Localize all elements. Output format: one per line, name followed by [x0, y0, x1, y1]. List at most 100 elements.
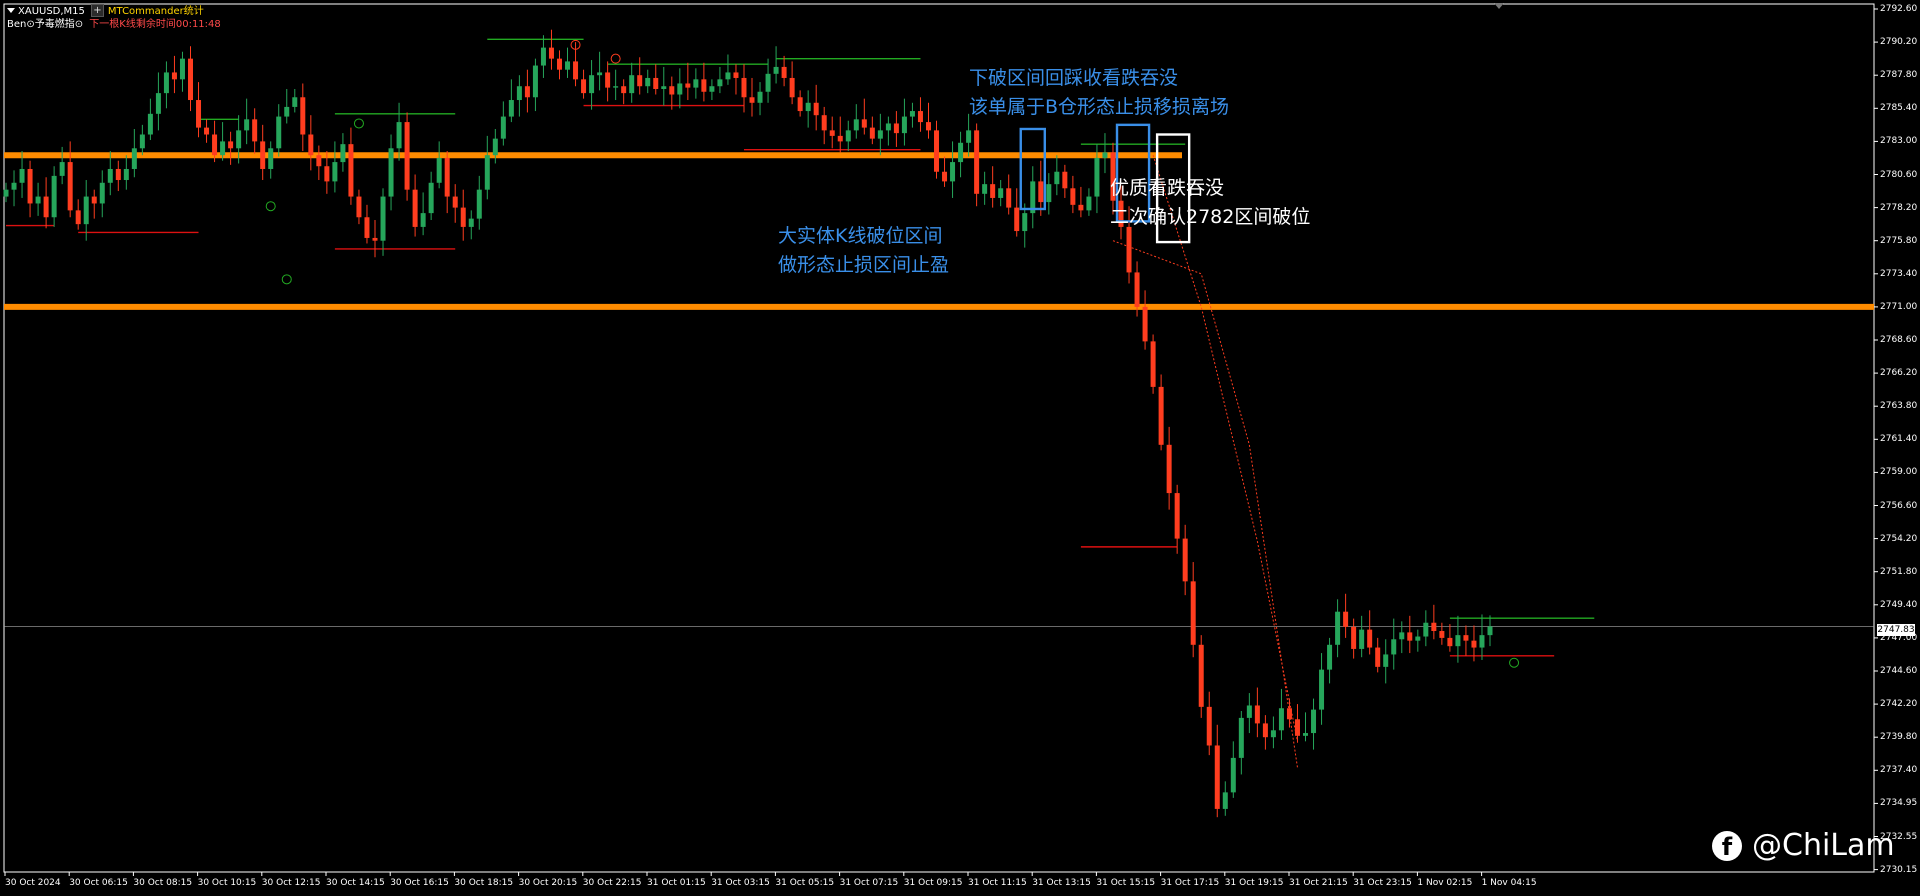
- candle-body: [797, 97, 803, 112]
- candle-body: [709, 86, 715, 92]
- candle-body: [773, 66, 779, 74]
- price-tick-label: 2734.95: [1880, 798, 1918, 809]
- chart-subheader: Ben⊙予毒燃指⊙ 下一根K线剩余时间00:11:48: [7, 19, 221, 31]
- candle-body: [187, 58, 193, 101]
- candle-body: [3, 189, 9, 197]
- candle-body: [1359, 629, 1365, 649]
- candle-body: [1327, 644, 1333, 670]
- candle-body: [733, 72, 739, 78]
- candle-body: [1423, 622, 1429, 637]
- candle-body: [1166, 444, 1172, 494]
- time-tick-label: 1 Nov 04:15: [1481, 878, 1537, 888]
- candle-body: [693, 79, 699, 88]
- time-tick-label: 30 Oct 20:15: [518, 878, 578, 888]
- price-tick-label: 2771.00: [1880, 301, 1918, 312]
- candle-body: [853, 119, 859, 131]
- candle-body: [492, 138, 498, 156]
- time-tick-label: 31 Oct 17:15: [1160, 878, 1220, 888]
- candle-body: [99, 182, 105, 204]
- candle-body: [516, 86, 522, 101]
- price-tick-label: 2775.80: [1880, 235, 1918, 246]
- candle-body: [484, 155, 490, 190]
- candle-body: [500, 116, 506, 139]
- indicator-subtitle: Ben⊙予毒燃指⊙: [7, 19, 84, 30]
- signal-marker-icon: [281, 274, 292, 285]
- candle-body: [59, 162, 65, 176]
- candle-body: [1230, 757, 1236, 793]
- candle-body: [1174, 493, 1180, 539]
- annotation-line: 二次确认2782区间破位: [1110, 206, 1311, 228]
- candle-body: [540, 47, 546, 66]
- candle-body: [1054, 171, 1060, 185]
- time-tick-label: 30 Oct 2024: [5, 878, 61, 888]
- current-price-tag: 2747.83: [1877, 624, 1915, 636]
- candle-body: [1367, 629, 1373, 648]
- time-tick-label: 31 Oct 21:15: [1289, 878, 1348, 888]
- facebook-icon: f: [1712, 831, 1742, 861]
- candle-body: [1150, 341, 1156, 387]
- candle-body: [1335, 611, 1341, 645]
- candle-body: [420, 213, 426, 227]
- price-tick-label: 2744.60: [1880, 666, 1918, 676]
- candle-body: [1078, 204, 1084, 211]
- price-tick-label: 2754.20: [1880, 533, 1918, 544]
- candle-body: [196, 100, 202, 128]
- price-tick-label: 2730.15: [1880, 864, 1918, 875]
- candle-body: [1086, 196, 1092, 211]
- candle-body: [476, 189, 482, 219]
- candle-body: [1038, 181, 1044, 203]
- candle-body: [436, 157, 442, 183]
- candle-body: [404, 122, 410, 190]
- time-tick-label: 30 Oct 14:15: [326, 878, 385, 888]
- time-tick-label: 1 Nov 02:15: [1417, 878, 1473, 888]
- candle-body: [573, 61, 579, 80]
- time-tick-label: 30 Oct 10:15: [197, 878, 257, 888]
- candle-body: [364, 217, 370, 238]
- candle-body: [837, 135, 843, 142]
- candle-body: [131, 148, 137, 169]
- time-tick-label: 30 Oct 22:15: [582, 878, 642, 888]
- candle-body: [1479, 635, 1485, 648]
- candle-body: [11, 182, 17, 190]
- candle-body: [179, 58, 185, 80]
- trend-dotted-line: [1112, 240, 1298, 768]
- price-tick-label: 2792.60: [1880, 4, 1918, 14]
- bar-countdown: 下一根K线剩余时间00:11:48: [89, 19, 221, 30]
- candle-body: [1399, 632, 1405, 640]
- candle-body: [332, 162, 338, 182]
- price-tick-label: 2783.00: [1880, 136, 1918, 147]
- candle-body: [19, 168, 25, 183]
- candle-body: [589, 75, 595, 94]
- candle-body: [789, 77, 795, 98]
- candle-body: [1254, 705, 1260, 724]
- candle-body: [220, 141, 226, 156]
- candle-body: [1391, 639, 1397, 655]
- candle-body: [821, 115, 827, 131]
- candle-body: [637, 75, 643, 87]
- candle-body: [677, 83, 683, 95]
- plus-icon[interactable]: +: [90, 4, 104, 17]
- candle-body: [548, 47, 554, 59]
- price-tick-label: 2790.20: [1880, 37, 1918, 48]
- candle-body: [1198, 644, 1204, 707]
- chart-shift-marker-icon[interactable]: [1494, 3, 1504, 9]
- chart-window[interactable]: XAUUSD,M15 + MTCommander统计 Ben⊙予毒燃指⊙ 下一根K线…: [0, 0, 1920, 896]
- candle-body: [1238, 717, 1244, 758]
- candle-body: [139, 134, 145, 149]
- candle-body: [1094, 157, 1100, 197]
- candle-body: [1487, 626, 1493, 636]
- annotation-blue-top: 下破区间回踩收看跌吞没 该单属于B仓形态止损移损离场: [969, 64, 1229, 122]
- candle-body: [27, 168, 33, 204]
- annotation-line: 优质看跌吞没: [1110, 177, 1225, 199]
- candle-body: [749, 97, 755, 103]
- time-tick-label: 31 Oct 05:15: [775, 878, 835, 888]
- time-tick-label: 30 Oct 12:15: [261, 878, 321, 888]
- candle-body: [893, 123, 899, 134]
- signal-marker-icon: [265, 201, 276, 212]
- candle-body: [51, 175, 57, 218]
- time-tick-label: 31 Oct 03:15: [711, 878, 770, 888]
- price-chart[interactable]: [0, 0, 1920, 896]
- dropdown-triangle-icon[interactable]: [7, 8, 15, 13]
- price-tick-label: 2778.20: [1880, 202, 1918, 213]
- candle-body: [861, 119, 867, 128]
